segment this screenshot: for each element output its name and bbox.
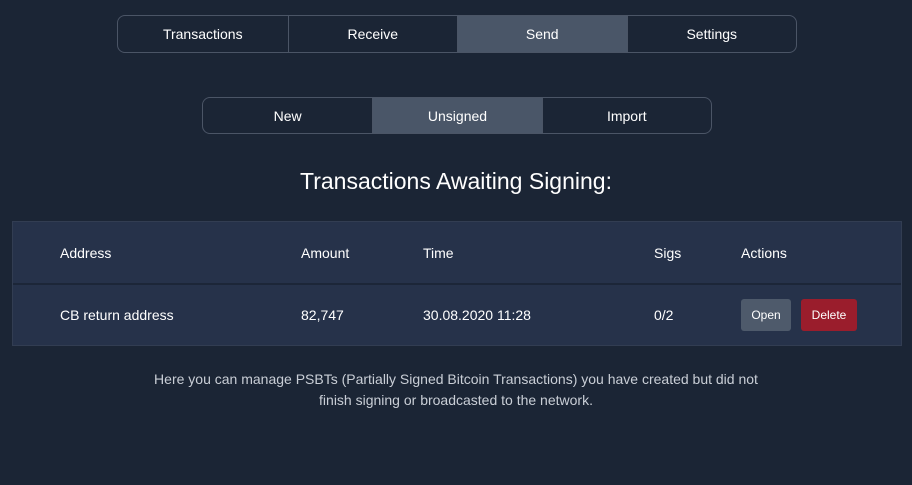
- tab-receive[interactable]: Receive: [287, 16, 458, 52]
- row-address: CB return address: [60, 307, 174, 323]
- delete-button[interactable]: Delete: [801, 299, 857, 331]
- column-header-actions: Actions: [741, 244, 787, 261]
- column-header-time: Time: [423, 244, 454, 261]
- subtab-import[interactable]: Import: [541, 98, 711, 133]
- tab-settings[interactable]: Settings: [626, 16, 797, 52]
- open-button[interactable]: Open: [741, 299, 791, 331]
- subtab-new[interactable]: New: [203, 98, 372, 133]
- column-header-address: Address: [60, 244, 112, 261]
- tab-send[interactable]: Send: [457, 16, 627, 52]
- table-header-row: Address Amount Time Sigs Actions: [13, 222, 901, 285]
- table-row: CB return address 82,747 30.08.2020 11:2…: [13, 285, 901, 345]
- main-tab-bar: Transactions Receive Send Settings: [117, 15, 797, 53]
- page-title: Transactions Awaiting Signing:: [300, 168, 612, 194]
- page: Transactions Receive Send Settings New U…: [0, 0, 912, 485]
- column-header-amount: Amount: [301, 244, 350, 261]
- sub-tab-bar: New Unsigned Import: [202, 97, 712, 134]
- row-sigs: 0/2: [654, 307, 674, 323]
- row-amount: 82,747: [301, 307, 344, 323]
- tab-transactions[interactable]: Transactions: [118, 16, 288, 52]
- help-text: Here you can manage PSBTs (Partially Sig…: [154, 371, 758, 408]
- column-header-sigs: Sigs: [654, 244, 682, 261]
- row-actions: Open Delete: [741, 285, 857, 345]
- subtab-unsigned[interactable]: Unsigned: [372, 98, 542, 133]
- psbt-table: Address Amount Time Sigs Actions CB retu…: [12, 221, 902, 346]
- row-time: 30.08.2020 11:28: [423, 307, 531, 323]
